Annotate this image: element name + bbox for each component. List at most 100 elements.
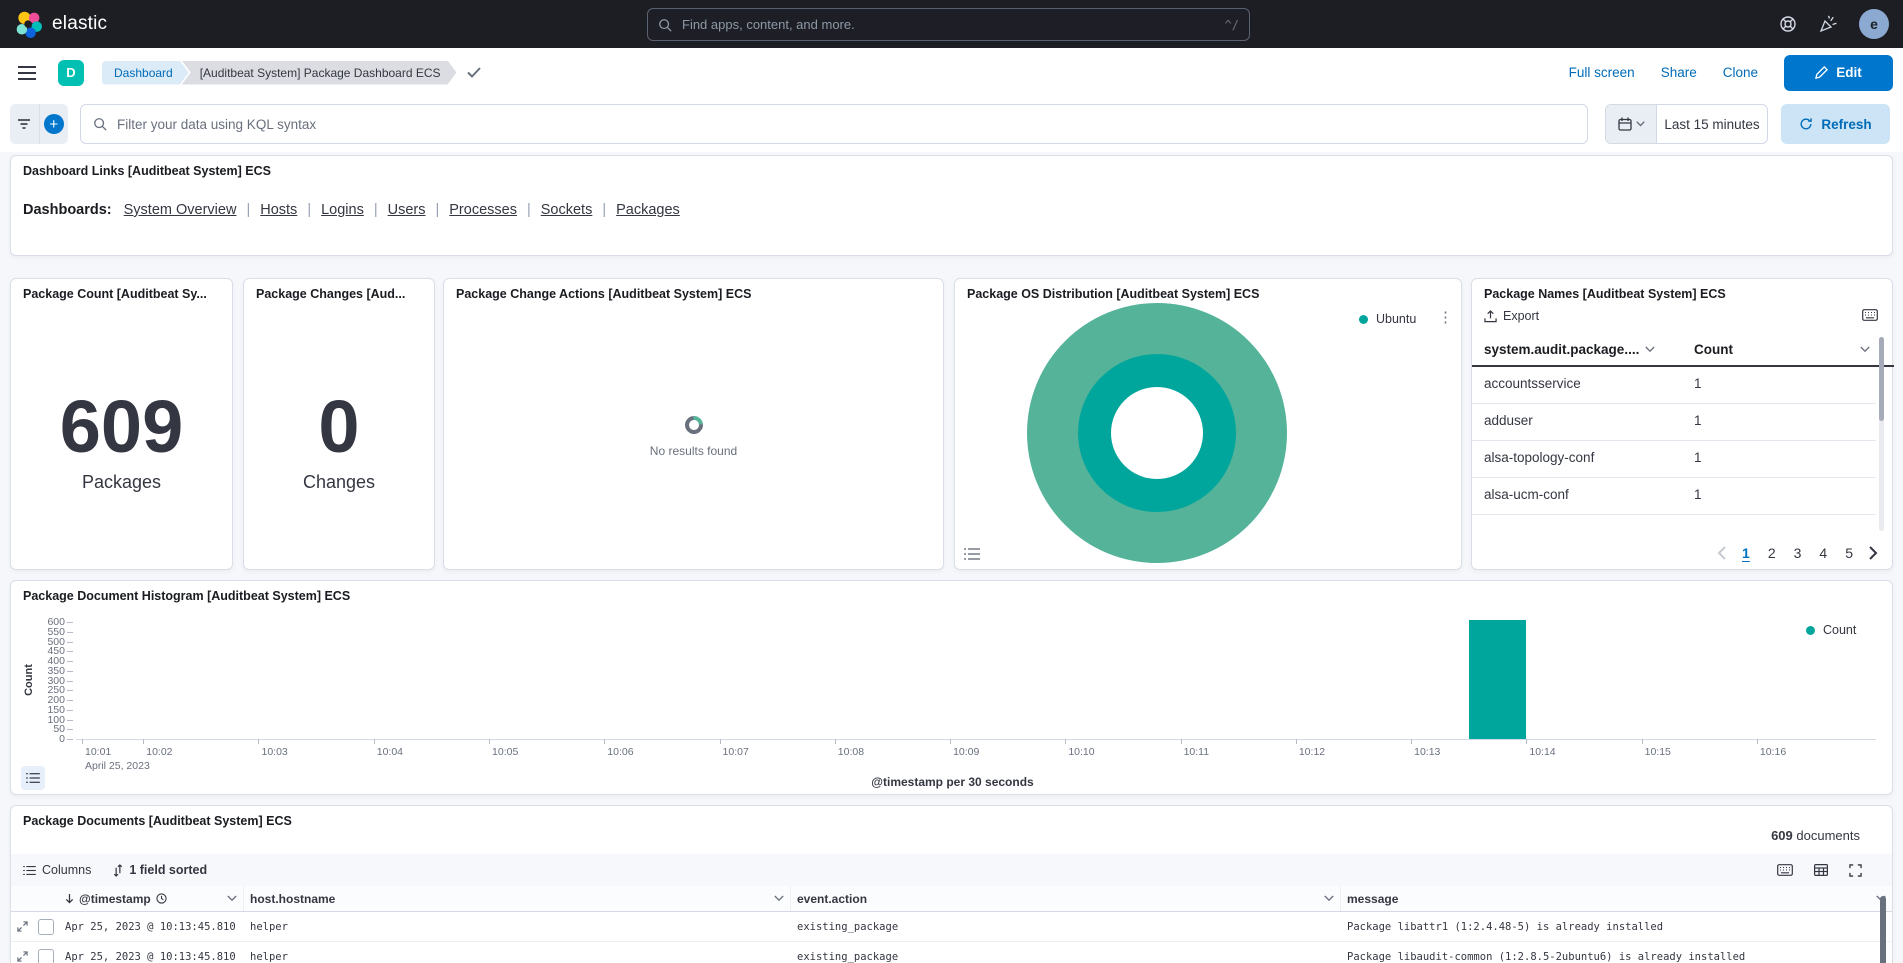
keyboard-icon[interactable] — [1862, 309, 1878, 321]
menu-icon[interactable] — [18, 66, 36, 80]
row-checkbox[interactable] — [38, 949, 54, 963]
add-filter-icon[interactable]: + — [39, 104, 69, 144]
elastic-logo[interactable]: elastic — [14, 10, 107, 38]
package-names-table-body: accountsservice1adduser1alsa-topology-co… — [1472, 367, 1876, 531]
dashboards-label: Dashboards: — [23, 202, 112, 218]
dashboard-links-line: Dashboards:System Overview|Hosts|Logins|… — [23, 202, 690, 218]
page-button-4[interactable]: 4 — [1817, 545, 1829, 561]
fullscreen-icon[interactable] — [1849, 864, 1862, 877]
dashboard-link[interactable]: Users — [388, 202, 426, 218]
expand-row-icon[interactable] — [11, 942, 33, 963]
empty-state: No results found — [444, 279, 943, 569]
histogram-bar[interactable] — [1469, 620, 1527, 739]
empty-donut-icon — [681, 412, 706, 437]
chevron-down-icon — [1636, 121, 1645, 127]
package-changes-label: Changes — [303, 472, 375, 493]
table-row: Apr 25, 2023 @ 10:13:45.810helperexistin… — [11, 942, 1892, 963]
page-button-1[interactable]: 1 — [1740, 545, 1752, 561]
refresh-button[interactable]: Refresh — [1781, 104, 1890, 144]
x-tick-label: 10:11 — [1184, 746, 1210, 758]
y-tick-mark — [67, 690, 73, 691]
table-row[interactable]: adduser1 — [1472, 404, 1876, 441]
y-tick-mark — [67, 681, 73, 682]
column-header-timestamp[interactable]: @timestamp — [59, 886, 244, 911]
sorted-fields-button[interactable]: 1 field sorted — [113, 863, 207, 877]
global-search[interactable]: ^/ — [647, 8, 1250, 41]
kql-search-box[interactable] — [80, 104, 1588, 144]
list-icon[interactable] — [21, 766, 45, 790]
column-header-package-name[interactable]: system.audit.package.... — [1484, 342, 1655, 357]
x-tick-label: 10:09 — [953, 746, 979, 758]
kebab-icon[interactable]: ⋮ — [1438, 310, 1453, 325]
sorted-fields-label: 1 field sorted — [129, 863, 207, 877]
user-avatar[interactable]: e — [1859, 9, 1889, 39]
global-header: elastic ^/ — [0, 0, 1903, 48]
help-icon[interactable] — [1779, 15, 1797, 33]
page-prev-icon[interactable] — [1717, 546, 1726, 560]
x-tick-label: 10:06 — [607, 746, 633, 758]
edit-button[interactable]: Edit — [1784, 55, 1893, 91]
column-header-event-action[interactable]: event.action — [791, 886, 1341, 911]
full-screen-button[interactable]: Full screen — [1569, 65, 1635, 80]
scrollbar-thumb[interactable] — [1880, 896, 1886, 963]
row-checkbox[interactable] — [38, 919, 54, 935]
global-search-input[interactable] — [680, 16, 1217, 33]
y-tick-label: 0 — [15, 734, 65, 745]
dashboard-link[interactable]: Logins — [321, 202, 364, 218]
documents-table-body: Apr 25, 2023 @ 10:13:45.810helperexistin… — [11, 912, 1892, 963]
histogram-legend[interactable]: Count — [1806, 623, 1856, 637]
column-header-hostname[interactable]: host.hostname — [244, 886, 791, 911]
x-tick-mark — [258, 739, 259, 744]
dashboard-link[interactable]: Hosts — [260, 202, 297, 218]
donut-chart[interactable] — [1027, 303, 1287, 563]
page-next-icon[interactable] — [1869, 546, 1878, 560]
dashboard-link[interactable]: Packages — [616, 202, 680, 218]
panel-package-os-distribution: Package OS Distribution [Auditbeat Syste… — [954, 278, 1462, 570]
time-range-label[interactable]: Last 15 minutes — [1657, 105, 1767, 143]
dashboard-badge[interactable]: D — [58, 60, 84, 86]
column-header-count[interactable]: Count — [1694, 342, 1870, 357]
table-row[interactable]: accountsservice1 — [1472, 367, 1876, 404]
news-icon[interactable] — [1819, 15, 1837, 33]
column-header-message[interactable]: message — [1341, 886, 1892, 911]
y-tick-label: 250 — [15, 685, 65, 696]
keyboard-icon[interactable] — [1777, 864, 1793, 876]
calendar-icon[interactable] — [1606, 105, 1657, 143]
refresh-icon — [1799, 117, 1813, 131]
search-shortcut-hint: ^/ — [1225, 18, 1239, 32]
dashboard-link[interactable]: Processes — [449, 202, 517, 218]
filter-icon[interactable] — [10, 104, 39, 144]
metric-content: 0 Changes — [244, 279, 434, 569]
y-tick-label: 150 — [15, 705, 65, 716]
columns-button[interactable]: Columns — [23, 863, 91, 877]
y-tick-mark — [67, 642, 73, 643]
y-tick-label: 450 — [15, 646, 65, 657]
donut-legend[interactable]: Ubuntu — [1359, 312, 1416, 326]
dashboard-links-list: System Overview|Hosts|Logins|Users|Proce… — [112, 202, 690, 218]
expand-row-icon[interactable] — [11, 912, 33, 941]
kql-input[interactable] — [115, 116, 1575, 133]
clone-button[interactable]: Clone — [1723, 65, 1758, 80]
page-button-2[interactable]: 2 — [1766, 545, 1778, 561]
table-row[interactable]: alsa-ucm-conf1 — [1472, 478, 1876, 515]
filter-controls: + — [10, 104, 68, 144]
x-tick-mark — [1296, 739, 1297, 744]
y-tick-mark — [67, 739, 73, 740]
page-button-5[interactable]: 5 — [1843, 545, 1855, 561]
table-row[interactable]: alsa-topology-conf1 — [1472, 441, 1876, 478]
page-button-3[interactable]: 3 — [1792, 545, 1804, 561]
search-icon — [658, 18, 672, 32]
dashboard-link[interactable]: System Overview — [124, 202, 237, 218]
display-options-icon[interactable] — [1814, 864, 1828, 876]
y-tick-label: 500 — [15, 637, 65, 648]
package-names-table-header: system.audit.package.... Count — [1472, 337, 1894, 367]
breadcrumb-dashboard[interactable]: Dashboard — [102, 61, 189, 85]
export-button[interactable]: Export — [1484, 309, 1539, 323]
scrollbar-thumb[interactable] — [1879, 337, 1884, 421]
dashboard-link[interactable]: Sockets — [541, 202, 593, 218]
list-icon[interactable] — [964, 547, 980, 561]
share-button[interactable]: Share — [1661, 65, 1697, 80]
edit-button-label: Edit — [1836, 65, 1862, 80]
package-changes-value: 0 — [318, 390, 359, 464]
table-row: Apr 25, 2023 @ 10:13:45.810helperexistin… — [11, 912, 1892, 942]
